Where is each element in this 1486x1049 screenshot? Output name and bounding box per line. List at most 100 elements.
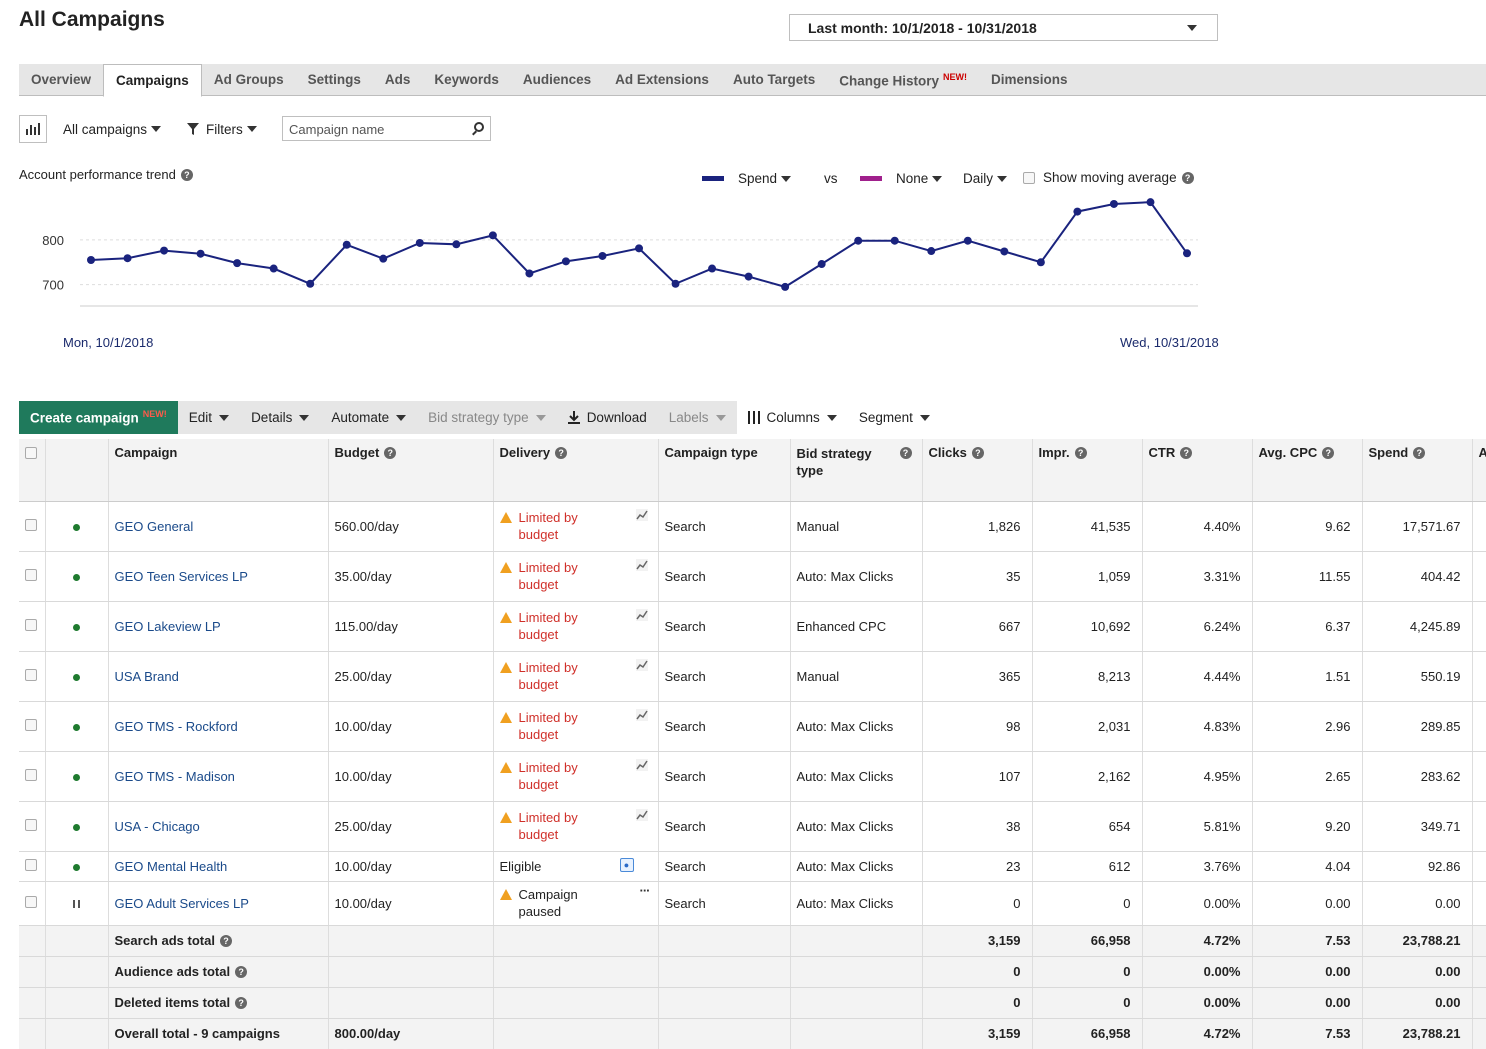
spend-point[interactable]	[342, 240, 351, 249]
filters-dropdown[interactable]: Filters	[187, 122, 257, 137]
paused-icon[interactable]	[73, 899, 80, 908]
active-status-icon[interactable]	[73, 673, 80, 681]
campaign-type-header[interactable]: Campaign type	[658, 439, 791, 502]
active-status-icon[interactable]	[73, 623, 80, 631]
spend-point[interactable]	[1146, 198, 1155, 207]
spend-point[interactable]	[87, 256, 95, 264]
spend-point[interactable]	[269, 264, 278, 273]
tab-overview[interactable]: Overview	[19, 64, 103, 96]
spend-point[interactable]	[415, 238, 424, 247]
campaign-link[interactable]: GEO Mental Health	[115, 859, 228, 874]
spend-point[interactable]	[525, 269, 534, 278]
budget-cell[interactable]: 10.00/day	[328, 701, 494, 752]
table-row[interactable]: GEO Adult Services LP 10.00/day Campaign pa…	[19, 881, 1486, 926]
table-row[interactable]: USA - Chicago 25.00/day Limited by budget Se…	[19, 801, 1486, 852]
row-checkbox[interactable]	[25, 768, 37, 781]
help-icon[interactable]: ?	[180, 169, 193, 181]
granularity-selector[interactable]: Daily	[963, 171, 1008, 186]
spend-point[interactable]	[744, 272, 753, 281]
more-icon[interactable]: ···	[640, 882, 651, 899]
row-checkbox[interactable]	[25, 895, 37, 908]
lightbulb-icon[interactable]: ●	[619, 857, 634, 872]
table-row[interactable]: GEO TMS - Madison 10.00/day Limited by budg…	[19, 751, 1486, 802]
tab-ad-groups[interactable]: Ad Groups	[202, 64, 296, 96]
trend-icon[interactable]	[635, 759, 648, 771]
tab-audiences[interactable]: Audiences	[511, 64, 603, 96]
spend-point[interactable]	[854, 236, 863, 245]
table-row[interactable]: GEO General 560.00/day Limited by budget Sea…	[19, 501, 1486, 552]
trend-icon[interactable]	[635, 659, 648, 671]
active-status-icon[interactable]	[73, 823, 80, 831]
ctr-header[interactable]: CTR?	[1142, 439, 1253, 502]
create-campaign-button[interactable]: Create campaign NEW!	[19, 401, 178, 434]
trend-icon[interactable]	[635, 609, 648, 621]
spend-point[interactable]	[561, 257, 570, 266]
budget-cell[interactable]: 115.00/day	[328, 601, 494, 652]
download-button[interactable]: Download	[557, 410, 658, 425]
spend-point[interactable]	[306, 279, 315, 288]
row-checkbox[interactable]	[25, 718, 37, 731]
row-checkbox[interactable]	[25, 568, 37, 581]
metric2-selector[interactable]: None	[860, 171, 943, 186]
budget-cell[interactable]: 560.00/day	[328, 501, 494, 552]
table-row[interactable]: GEO TMS - Rockford 10.00/day Limited by bud…	[19, 701, 1486, 752]
date-range-selector[interactable]: Last month: 10/1/2018 - 10/31/2018	[789, 14, 1218, 41]
trend-icon[interactable]	[635, 509, 648, 521]
tab-ad-extensions[interactable]: Ad Extensions	[603, 64, 721, 96]
tab-dimensions[interactable]: Dimensions	[979, 64, 1080, 96]
active-status-icon[interactable]	[73, 863, 80, 871]
campaign-link[interactable]: USA - Chicago	[115, 819, 200, 834]
trend-icon[interactable]	[635, 809, 648, 821]
table-row[interactable]: USA Brand 25.00/day Limited by budget Search…	[19, 651, 1486, 702]
help-icon[interactable]: ?	[899, 447, 912, 459]
spend-header[interactable]: Spend?	[1362, 439, 1473, 502]
bid-strategy-header[interactable]: Bid strategy type?	[790, 439, 923, 502]
help-icon[interactable]: ?	[1181, 171, 1194, 184]
campaign-search-input[interactable]: Campaign name	[282, 116, 491, 141]
delivery-header[interactable]: Delivery?	[493, 439, 659, 502]
spend-point[interactable]	[1109, 199, 1118, 208]
spend-point[interactable]	[635, 244, 643, 253]
spend-point[interactable]	[890, 236, 899, 245]
edit-dropdown[interactable]: Edit	[178, 410, 240, 425]
details-dropdown[interactable]: Details	[240, 410, 320, 425]
bid-strategy-cell[interactable]: Manual	[790, 651, 923, 702]
campaign-link[interactable]: GEO TMS - Madison	[115, 769, 235, 784]
tab-ads[interactable]: Ads	[373, 64, 423, 96]
budget-cell[interactable]: 10.00/day	[328, 851, 494, 882]
help-icon[interactable]: ?	[1413, 447, 1426, 459]
campaign-link[interactable]: GEO Adult Services LP	[115, 896, 249, 911]
row-checkbox[interactable]	[25, 818, 37, 831]
bid-strategy-cell[interactable]: Auto: Max Clicks	[790, 551, 923, 602]
table-row[interactable]: GEO Lakeview LP 115.00/day Limited by budge…	[19, 601, 1486, 652]
bid-strategy-cell[interactable]: Auto: Max Clicks	[790, 801, 923, 852]
spend-point[interactable]	[1073, 207, 1082, 216]
campaign-link[interactable]: GEO Teen Services LP	[115, 569, 248, 584]
campaign-link[interactable]: GEO General	[115, 519, 194, 534]
spend-point[interactable]	[671, 279, 680, 288]
bid-strategy-cell[interactable]: Auto: Max Clicks	[790, 851, 923, 882]
row-checkbox[interactable]	[25, 518, 37, 531]
help-icon[interactable]: ?	[1322, 447, 1335, 459]
columns-dropdown[interactable]: Columns	[737, 410, 848, 425]
spend-point[interactable]	[452, 240, 461, 249]
tab-change-history[interactable]: Change History NEW!	[827, 64, 979, 96]
spend-point[interactable]	[598, 251, 607, 260]
bid-strategy-cell[interactable]: Manual	[790, 501, 923, 552]
metric1-selector[interactable]: Spend	[702, 171, 792, 186]
spend-point[interactable]	[1036, 258, 1045, 267]
moving-average-checkbox[interactable]	[1023, 171, 1035, 184]
help-icon[interactable]: ?	[555, 447, 568, 459]
labels-dropdown[interactable]: Labels	[658, 410, 737, 425]
active-status-icon[interactable]	[73, 723, 80, 731]
campaign-link[interactable]: USA Brand	[115, 669, 179, 684]
spend-point[interactable]	[963, 236, 972, 245]
active-status-icon[interactable]	[73, 523, 80, 531]
tab-campaigns[interactable]: Campaigns	[103, 64, 202, 97]
moving-average-toggle[interactable]: Show moving average?	[1023, 170, 1194, 185]
active-status-icon[interactable]	[73, 573, 80, 581]
budget-cell[interactable]: 10.00/day	[328, 881, 494, 926]
row-checkbox[interactable]	[25, 668, 37, 681]
help-icon[interactable]: ?	[1180, 447, 1193, 459]
help-icon[interactable]: ?	[1074, 447, 1087, 459]
